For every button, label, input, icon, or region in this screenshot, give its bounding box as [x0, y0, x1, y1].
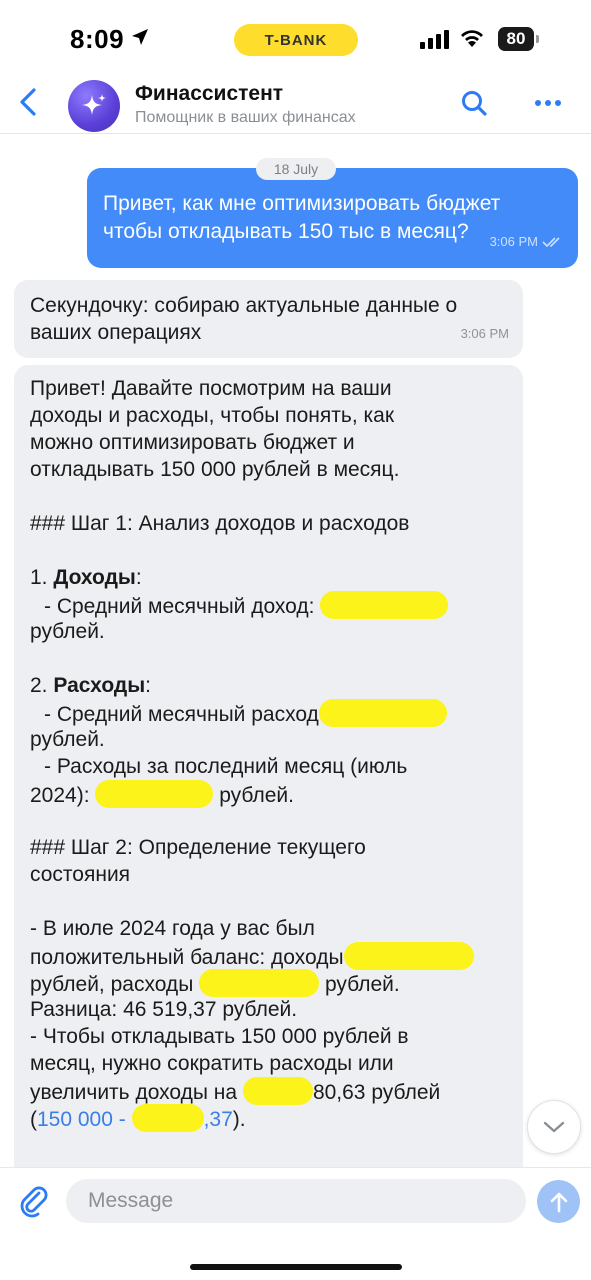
- calculation-link-end[interactable]: ,37: [204, 1108, 233, 1131]
- increase-line: увеличить доходы на 80,63 рублей: [30, 1077, 507, 1105]
- wifi-icon: [461, 30, 483, 47]
- back-chevron-icon[interactable]: [14, 86, 44, 118]
- more-dots-icon[interactable]: [533, 96, 563, 110]
- redacted-value: [95, 780, 214, 808]
- message-text-line: Привет, как мне оптимизировать бюджет: [103, 192, 501, 215]
- message-composer: [0, 1167, 591, 1280]
- paren-close: ).: [232, 1108, 246, 1131]
- difference-line: Разница: 46 519,37 рублей.: [30, 998, 298, 1021]
- rubles-word: рублей.: [324, 973, 400, 996]
- send-arrow-icon: [550, 1192, 567, 1212]
- balance-label: положительный баланс: доходы: [30, 946, 344, 969]
- rubles-word: рублей.: [30, 728, 105, 751]
- outgoing-message[interactable]: Привет, как мне оптимизировать бюджет чт…: [87, 168, 578, 268]
- double-check-icon: [542, 237, 560, 248]
- message-time: 3:06 PM: [460, 326, 509, 341]
- calculation-link[interactable]: 150 000 -: [37, 1108, 126, 1131]
- colon: :: [145, 674, 151, 697]
- expense-heading: 2. Расходы:: [30, 672, 507, 699]
- scroll-down-button[interactable]: [527, 1100, 581, 1154]
- carrier-badge: T-BANK: [234, 24, 358, 56]
- message-text-line: можно оптимизировать бюджет и: [30, 431, 355, 454]
- step1-heading: ### Шаг 1: Анализ доходов и расходов: [30, 512, 410, 535]
- message-text-line: доходы и расходы, чтобы понять, как: [30, 404, 395, 427]
- home-indicator: [190, 1264, 402, 1270]
- step2-heading: ### Шаг 2: Определение текущего: [30, 836, 366, 859]
- message-text-line: - Чтобы откладывать 150 000 рублей в: [30, 1025, 409, 1048]
- redacted-value: [242, 1077, 313, 1105]
- expense-word: рублей, расходы: [30, 973, 194, 996]
- income-average-line: - Средний месячный доход:: [30, 591, 507, 619]
- income-label: Доходы: [53, 566, 136, 589]
- paren-open: (: [30, 1108, 37, 1131]
- battery-tip: [536, 35, 539, 43]
- assistant-answer-message[interactable]: Привет! Давайте посмотрим на ваши доходы…: [14, 365, 523, 1167]
- expense-average-line: - Средний месячный расход: [30, 699, 507, 727]
- redacted-value: [320, 591, 449, 619]
- redacted-value: [318, 699, 447, 727]
- rubles-word: рублей.: [219, 784, 294, 807]
- date-chip: 18 July: [256, 158, 336, 180]
- search-icon[interactable]: [459, 88, 489, 118]
- paperclip-icon[interactable]: [17, 1184, 51, 1218]
- chevron-down-icon: [543, 1121, 565, 1133]
- expense-last-month-line: - Расходы за последний месяц (июль: [44, 755, 408, 778]
- sparkle-icon: [82, 94, 106, 115]
- income-average-label: - Средний месячный доход:: [44, 595, 315, 618]
- expense-last-month-value-line: 2024): рублей.: [30, 780, 507, 808]
- signal-icon: [420, 30, 449, 49]
- rubles-word: рублей.: [30, 620, 105, 643]
- chat-header: Финассистент Помощник в ваших финансах: [0, 70, 591, 134]
- message-text-line: ваших операциях: [30, 321, 202, 344]
- message-text-line: Секундочку: собираю актуальные данные о: [30, 294, 458, 317]
- expense-label: Расходы: [53, 674, 146, 697]
- message-text-line: откладывать 150 000 рублей в месяц.: [30, 458, 400, 481]
- status-bar: 8:09 T-BANK 80: [0, 0, 591, 70]
- send-button[interactable]: [537, 1180, 580, 1223]
- battery-icon: 80: [498, 27, 534, 51]
- increase-label: увеличить доходы на: [30, 1081, 238, 1104]
- message-time: 3:06 PM: [489, 234, 538, 249]
- avatar[interactable]: [68, 80, 120, 132]
- list-number: 2.: [30, 674, 54, 697]
- message-input[interactable]: [66, 1179, 526, 1223]
- calculation-line: (150 000 - ,37).: [30, 1104, 507, 1132]
- message-text-line: Привет! Давайте посмотрим на ваши: [30, 377, 392, 400]
- message-text-line: месяц, нужно сократить расходы или: [30, 1052, 394, 1075]
- incoming-message[interactable]: Секундочку: собираю актуальные данные о …: [14, 280, 523, 358]
- message-meta: 3:06 PM: [490, 228, 564, 256]
- expense-average-label: - Средний месячный расход: [44, 703, 319, 726]
- amount-suffix: 80,63 рублей: [312, 1081, 441, 1104]
- step2-heading-cont: состояния: [30, 863, 131, 886]
- year-label: 2024):: [30, 784, 90, 807]
- list-number: 1.: [30, 566, 54, 589]
- chat-area[interactable]: 18 July Привет, как мне оптимизировать б…: [0, 135, 591, 1167]
- chat-subtitle: Помощник в ваших финансах: [135, 109, 356, 126]
- redacted-value: [343, 942, 474, 970]
- status-time: 8:09: [70, 24, 125, 54]
- redacted-value: [199, 969, 320, 997]
- income-heading: 1. Доходы:: [30, 564, 507, 591]
- redacted-value: [131, 1104, 204, 1132]
- colon: :: [135, 566, 142, 589]
- location-arrow-icon: [132, 29, 148, 45]
- message-text-line: - В июле 2024 года у вас был: [30, 917, 315, 940]
- july-income-line: положительный баланс: доходы: [30, 942, 507, 970]
- july-expense-line: рублей, расходы рублей.: [30, 969, 507, 997]
- chat-title[interactable]: Финассистент: [135, 82, 283, 106]
